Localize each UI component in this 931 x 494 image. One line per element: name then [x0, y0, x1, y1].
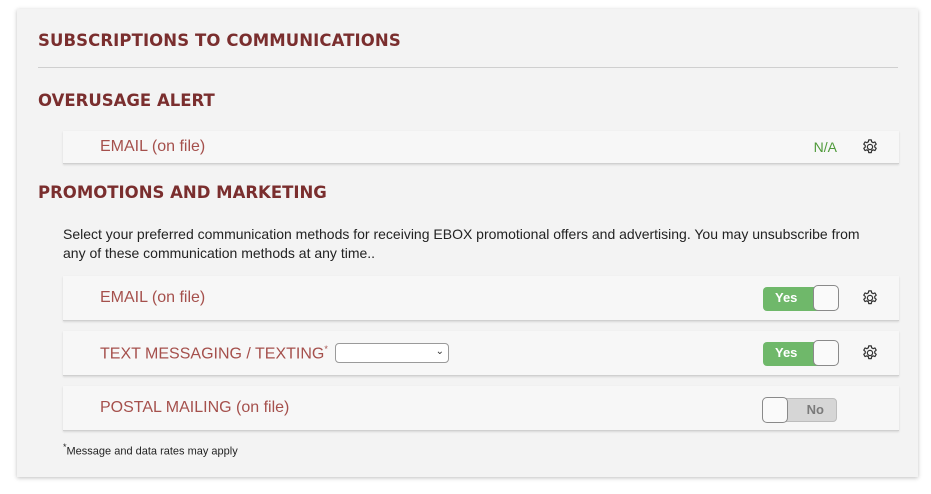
footnote: *Message and data rates may apply [63, 442, 238, 458]
toggle-knob [813, 340, 839, 366]
overusage-heading: OVERUSAGE ALERT [38, 91, 215, 110]
promo-email-row: EMAIL (on file) Yes [63, 276, 899, 321]
promotions-heading: PROMOTIONS AND MARKETING [38, 183, 327, 202]
promo-email-toggle[interactable]: Yes [763, 285, 839, 311]
overusage-email-label: EMAIL (on file) [100, 138, 206, 155]
toggle-knob [813, 285, 839, 311]
toggle-text: No [806, 402, 824, 417]
required-marker: * [324, 344, 328, 354]
promo-text-toggle[interactable]: Yes [763, 340, 839, 366]
page-title: SUBSCRIPTIONS TO COMMUNICATIONS [38, 31, 401, 50]
toggle-knob [762, 397, 788, 423]
promo-postal-label: POSTAL MAILING (on file) [100, 399, 290, 416]
promo-text-label-text: TEXT MESSAGING / TEXTING [100, 345, 325, 363]
gear-icon[interactable] [861, 289, 879, 307]
promo-text-row: TEXT MESSAGING / TEXTING* ⌄ Yes [63, 331, 899, 376]
promo-postal-row: POSTAL MAILING (on file) No [63, 386, 899, 431]
promotions-description: Select your preferred communication meth… [63, 226, 860, 261]
toggle-text: Yes [775, 345, 798, 360]
divider [38, 67, 898, 68]
promo-text-label: TEXT MESSAGING / TEXTING* [100, 344, 328, 363]
footnote-text: Message and data rates may apply [66, 445, 238, 458]
overusage-email-status: N/A [813, 139, 837, 155]
gear-icon[interactable] [861, 138, 879, 156]
toggle-text: Yes [775, 290, 798, 305]
gear-icon[interactable] [861, 344, 879, 362]
promo-postal-toggle[interactable]: No [762, 397, 837, 423]
carrier-select[interactable]: ⌄ [335, 343, 449, 363]
chevron-down-icon: ⌄ [435, 346, 444, 357]
subscriptions-card: SUBSCRIPTIONS TO COMMUNICATIONS OVERUSAG… [17, 9, 918, 477]
overusage-email-row: EMAIL (on file) N/A [63, 131, 899, 164]
promo-email-label: EMAIL (on file) [100, 289, 206, 306]
